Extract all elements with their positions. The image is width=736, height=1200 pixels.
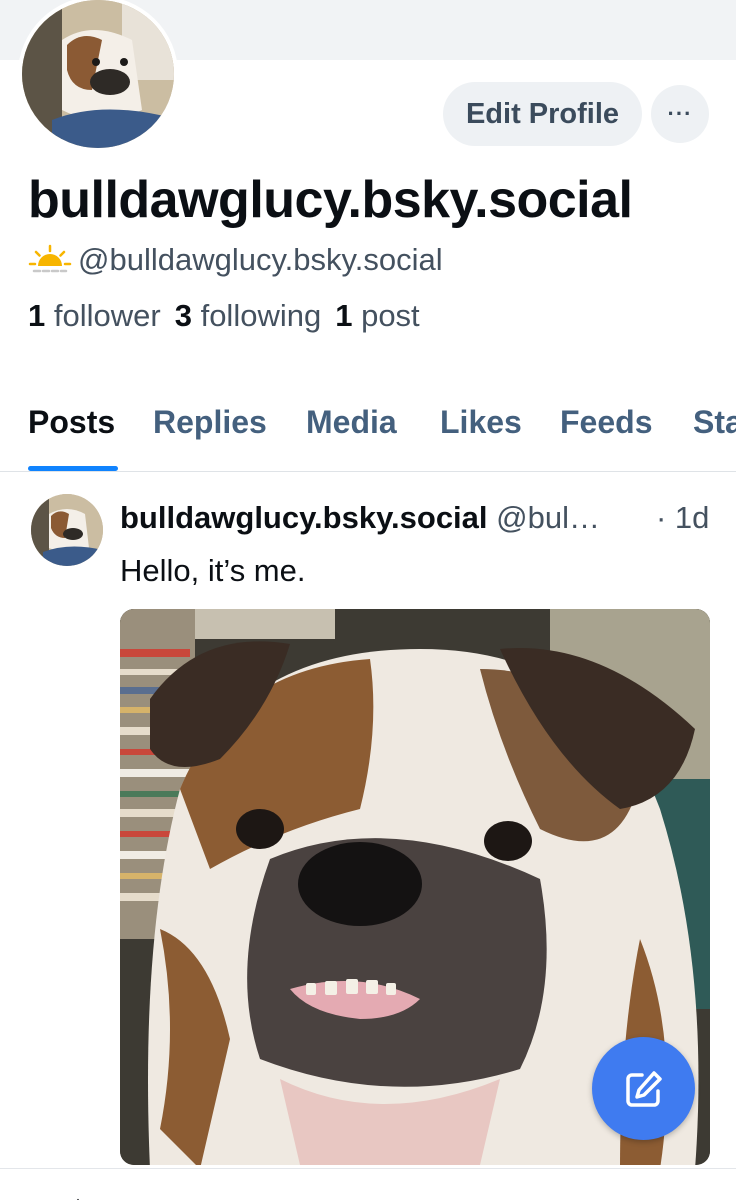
followers-label: follower bbox=[53, 298, 161, 333]
post-author-name[interactable]: bulldawglucy.bsky.social bbox=[120, 500, 488, 535]
tab-media[interactable]: Media bbox=[306, 404, 397, 472]
handle-row: @bulldawglucy.bsky.social bbox=[28, 240, 443, 280]
posts-stat: 1 post bbox=[335, 298, 419, 333]
post-author-handle[interactable]: @bul… bbox=[496, 500, 600, 535]
compose-icon bbox=[625, 1070, 662, 1107]
more-options-button[interactable]: ··· bbox=[651, 85, 709, 143]
followers-count: 1 bbox=[28, 298, 46, 333]
following-count: 3 bbox=[174, 298, 192, 333]
profile-stats: 1 follower 3 following 1 post bbox=[28, 298, 420, 334]
notifications-icon[interactable] bbox=[486, 1189, 530, 1200]
profile-tabs: Posts Replies Media Likes Feeds Sta bbox=[0, 404, 736, 472]
sun-icon bbox=[28, 244, 72, 273]
post-text: Hello, it’s me. bbox=[120, 553, 306, 588]
tab-starter-packs[interactable]: Sta bbox=[693, 404, 736, 472]
post-avatar-image bbox=[31, 494, 103, 566]
compose-post-button[interactable] bbox=[592, 1037, 695, 1140]
tab-replies[interactable]: Replies bbox=[153, 404, 267, 472]
avatar-image bbox=[22, 0, 174, 148]
bottom-navigation bbox=[0, 1168, 736, 1200]
following-link[interactable]: 3 following bbox=[175, 298, 322, 333]
search-icon[interactable] bbox=[200, 1189, 244, 1200]
profile-nav-avatar[interactable] bbox=[626, 1189, 670, 1200]
tab-feeds[interactable]: Feeds bbox=[560, 404, 652, 472]
posts-label: post bbox=[361, 298, 420, 333]
edit-profile-button[interactable]: Edit Profile bbox=[443, 82, 642, 146]
following-label: following bbox=[200, 298, 322, 333]
post-header: bulldawglucy.bsky.social @bul… bbox=[120, 500, 600, 536]
chat-icon[interactable] bbox=[343, 1189, 387, 1200]
tab-likes[interactable]: Likes bbox=[440, 404, 522, 472]
post-avatar[interactable] bbox=[31, 494, 103, 566]
tab-posts[interactable]: Posts bbox=[28, 404, 115, 472]
profile-handle: @bulldawglucy.bsky.social bbox=[78, 242, 443, 277]
active-tab-indicator bbox=[28, 466, 118, 471]
home-icon[interactable] bbox=[56, 1189, 100, 1200]
display-name: bulldawglucy.bsky.social bbox=[28, 171, 633, 229]
post-timestamp[interactable]: · 1d bbox=[656, 500, 709, 536]
posts-count: 1 bbox=[335, 298, 353, 333]
followers-link[interactable]: 1 follower bbox=[28, 298, 161, 333]
profile-avatar[interactable] bbox=[18, 0, 178, 152]
